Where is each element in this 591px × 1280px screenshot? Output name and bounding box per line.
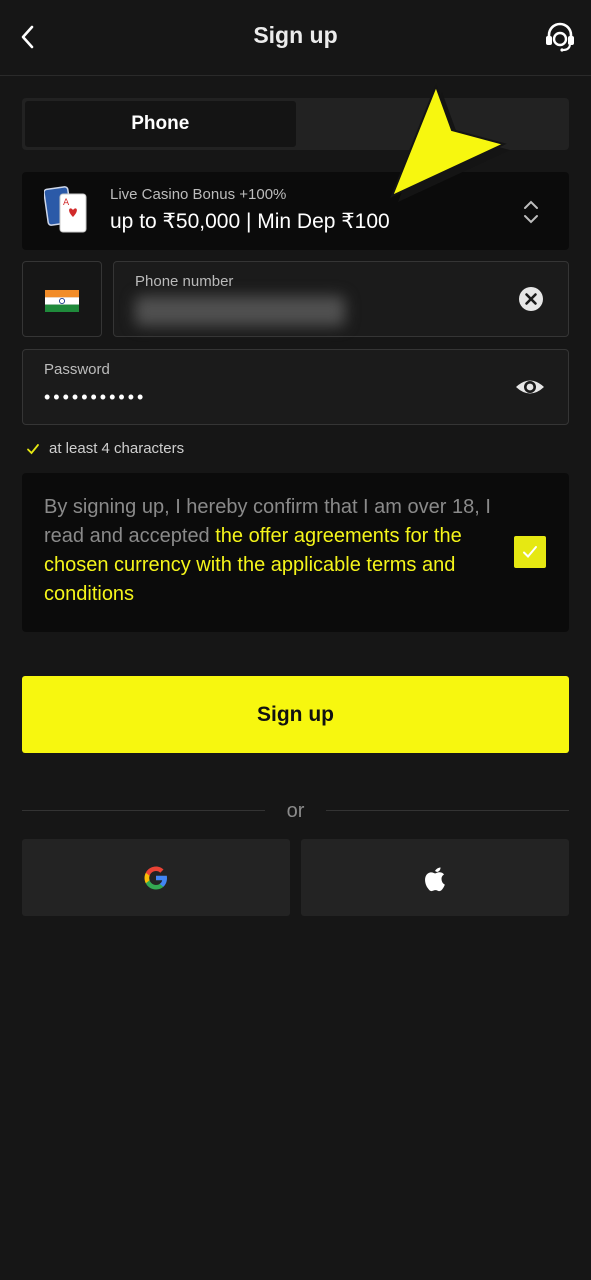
phone-number-field[interactable]: Phone number [113, 261, 569, 337]
phone-number-label: Phone number [135, 273, 234, 290]
bonus-description: up to ₹50,000 | Min Dep ₹100 [110, 210, 390, 233]
password-field[interactable]: Password ••••••••••• [22, 349, 569, 425]
or-divider: or [22, 798, 569, 824]
apple-icon [425, 867, 445, 891]
terms-consent: By signing up, I hereby confirm that I a… [22, 473, 569, 632]
country-code-selector[interactable] [22, 261, 102, 337]
terms-checkbox[interactable] [514, 536, 546, 568]
clear-icon[interactable] [518, 286, 544, 312]
page-title: Sign up [253, 22, 338, 48]
app-header: Sign up [0, 0, 591, 76]
apple-login-button[interactable] [301, 839, 569, 916]
password-value: ••••••••••• [44, 387, 147, 407]
auth-method-tabs: Phone E [22, 98, 569, 150]
password-label: Password [44, 361, 110, 378]
or-label: or [286, 800, 305, 822]
phone-number-value-blurred [135, 296, 345, 326]
tab-email[interactable]: E [296, 101, 567, 147]
svg-text:A: A [63, 198, 70, 208]
support-headset-icon[interactable] [543, 20, 577, 54]
india-flag-icon [45, 290, 79, 312]
tab-phone[interactable]: Phone [25, 101, 296, 147]
checkmark-icon [523, 546, 537, 558]
bonus-title: Live Casino Bonus +100% [110, 186, 287, 203]
sign-up-button[interactable]: Sign up [22, 676, 569, 753]
bonus-selector[interactable]: A Live Casino Bonus +100% up to ₹50,000 … [22, 172, 569, 250]
check-icon [27, 443, 39, 454]
google-login-button[interactable] [22, 839, 290, 916]
terms-text: By signing up, I hereby confirm that I a… [44, 493, 504, 609]
password-requirement-text: at least 4 characters [49, 440, 185, 457]
playing-cards-icon: A [44, 186, 87, 233]
password-requirement: at least 4 characters [26, 440, 184, 457]
eye-icon[interactable] [514, 374, 546, 400]
google-icon [144, 866, 167, 889]
chevron-up-down-icon [524, 200, 538, 224]
